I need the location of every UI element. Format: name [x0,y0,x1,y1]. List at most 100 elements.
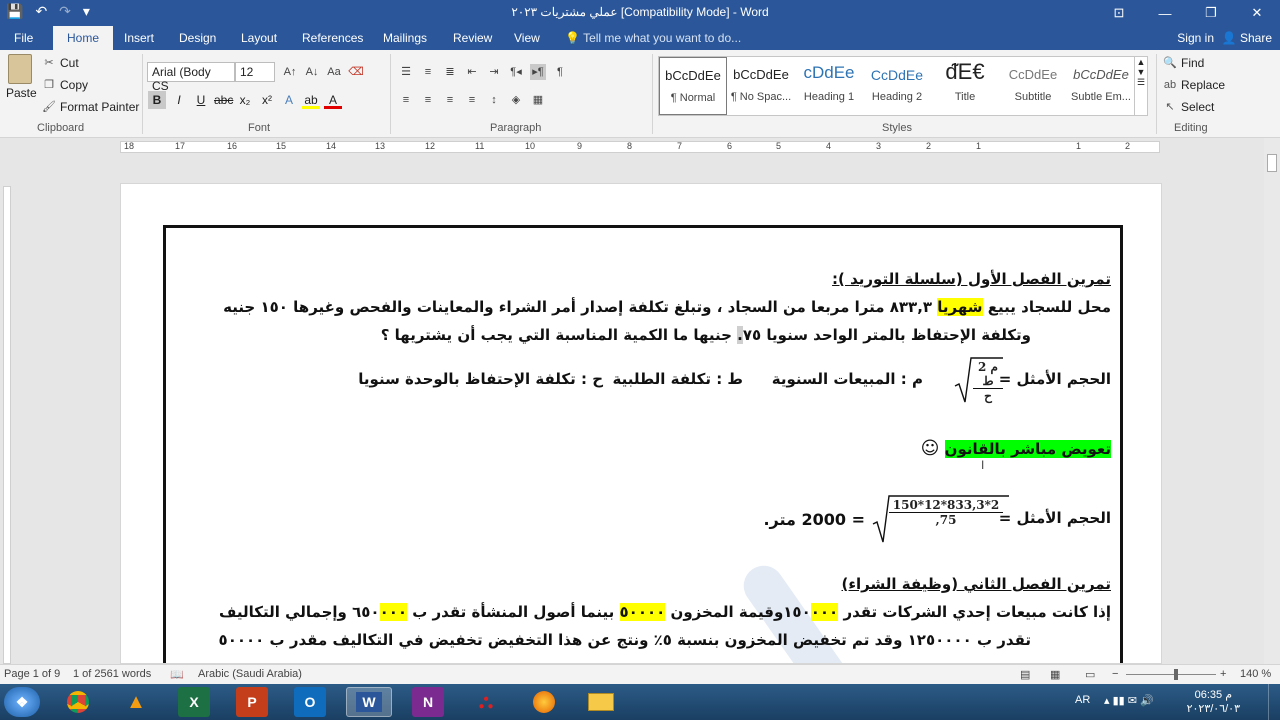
cut-button[interactable]: ✂ Cut [42,56,78,70]
style-subtitle[interactable]: CcDdEe Subtitle [999,57,1067,115]
superscript-icon[interactable]: x² [258,91,276,109]
document-page[interactable]: تمرين الفصل الأول (سلسلة التوريد ): محل … [120,183,1162,664]
word-icon[interactable]: W [346,687,392,717]
tray-icons[interactable]: ▴ ▮▮ ✉ 🔊 [1104,694,1154,707]
clipboard-group-label: Clipboard [37,122,85,134]
tell-me-search[interactable]: 💡 Tell me what you want to do... [565,26,741,50]
strikethrough-icon[interactable]: abc [214,91,233,109]
scrollbar-thumb[interactable] [1267,154,1277,172]
format-painter-button[interactable]: 🖌 Format Painter [42,100,139,114]
line-spacing-icon[interactable]: ↕ [486,92,502,108]
change-case-icon[interactable]: Aa [326,64,342,80]
grow-font-icon[interactable]: A↑ [282,64,298,80]
tab-review[interactable]: Review [453,26,492,50]
copy-button[interactable]: ❐ Copy [42,78,88,92]
ltr-icon[interactable]: ▸¶ [530,64,546,80]
acrobat-icon[interactable]: ⛬ [470,687,502,717]
font-name-select[interactable]: Arial (Body CS [147,62,235,93]
chrome-icon[interactable] [62,687,94,717]
language[interactable]: Arabic (Saudi Arabia) [198,668,302,680]
close-button[interactable]: ✕ [1234,0,1280,26]
word-count[interactable]: 1 of 2561 words [73,668,151,680]
clear-formatting-icon[interactable]: ⌫ [348,64,364,80]
outlook-icon[interactable]: O [294,687,326,717]
paragraph-line: محل للسجاد يبيع شهريا ٨٣٣,٣ مترا مربعا م… [223,298,1111,316]
tab-view[interactable]: View [514,26,540,50]
share-button[interactable]: 👤 Share [1222,26,1272,50]
numbering-icon[interactable]: ≡ [420,64,436,80]
vlc-icon[interactable]: ▲ [120,687,152,717]
style-heading-2[interactable]: CcDdEe Heading 2 [863,57,931,115]
minimize-button[interactable]: — [1142,0,1188,26]
text-cursor-icon: I [981,458,985,472]
tab-home[interactable]: Home [53,26,114,50]
italic-icon[interactable]: I [170,91,188,109]
underline-icon[interactable]: U [192,91,210,109]
fraction: 150*12*833,3*2 ,75 [889,498,1003,527]
bold-icon[interactable]: B [148,91,166,109]
start-button[interactable]: ❖ [4,687,40,717]
tab-file[interactable]: File [14,26,33,50]
paragraph-line: إذا كانت مبيعات إحدي الشركات تقدر ١٥٠٠٠٠… [219,603,1111,621]
clock[interactable]: 06:35 م ٢٠٢٣/٠٦/٠٣ [1187,688,1240,716]
style-subtle-emphasis[interactable]: bCcDdEe Subtle Em... [1067,57,1135,115]
onenote-icon[interactable]: N [412,687,444,717]
show-desktop-button[interactable] [1268,684,1280,720]
tab-mailings[interactable]: Mailings [383,26,427,50]
shading-icon[interactable]: ◈ [508,92,524,108]
bullets-icon[interactable]: ☰ [398,64,414,80]
web-layout-icon[interactable]: ▭ [1085,668,1095,681]
page-count[interactable]: Page 1 of 9 [4,668,60,680]
print-layout-icon[interactable]: ▦ [1050,668,1060,681]
zoom-out-icon[interactable]: − [1112,668,1118,680]
powerpoint-icon[interactable]: P [236,687,268,717]
align-right-icon[interactable]: ≡ [442,92,458,108]
text-run: ٨٣٣,٣ مترا مربعا من السجاد ، وتبلغ تكلفة… [223,298,933,316]
proofing-icon[interactable]: 📖 [170,668,184,681]
decrease-indent-icon[interactable]: ⇤ [464,64,480,80]
explorer-icon[interactable] [584,687,618,717]
find-button[interactable]: 🔍 Find [1163,56,1204,70]
ribbon-display-icon[interactable]: ⊡ [1096,0,1142,26]
multilevel-list-icon[interactable]: ≣ [442,64,458,80]
subscript-icon[interactable]: x₂ [236,91,254,109]
zoom-in-icon[interactable]: + [1220,668,1226,680]
paste-button[interactable]: Paste [6,54,37,100]
style-heading-1[interactable]: cDdEe Heading 1 [795,57,863,115]
replace-button[interactable]: ab Replace [1163,78,1225,92]
show-marks-icon[interactable]: ¶ [552,64,568,80]
sign-in-link[interactable]: Sign in [1177,26,1214,50]
select-button[interactable]: ↖ Select [1163,100,1214,114]
font-color-icon[interactable]: A [324,91,342,109]
justify-icon[interactable]: ≡ [464,92,480,108]
align-left-icon[interactable]: ≡ [398,92,414,108]
zoom-slider[interactable] [1126,674,1216,675]
zoom-level[interactable]: 140 % [1240,668,1271,680]
vertical-ruler [0,156,14,664]
style-normal[interactable]: bCcDdEe ¶ Normal [659,57,727,115]
rtl-icon[interactable]: ¶◂ [508,64,524,80]
tab-design[interactable]: Design [179,26,216,50]
text-effects-icon[interactable]: A [280,91,298,109]
shrink-font-icon[interactable]: A↓ [304,64,320,80]
borders-icon[interactable]: ▦ [530,92,546,108]
firefox-icon[interactable] [528,687,560,717]
align-center-icon[interactable]: ≡ [420,92,436,108]
styles-scroll[interactable]: ▲ ▼ ☰ [1134,56,1148,116]
style-title[interactable]: ᵭE€ Title [931,57,999,115]
tab-references[interactable]: References [302,26,363,50]
input-language[interactable]: AR [1075,694,1090,706]
tab-layout[interactable]: Layout [241,26,277,50]
zoom-slider-thumb[interactable] [1174,669,1178,680]
vertical-scrollbar[interactable] [1264,138,1280,664]
excel-icon[interactable]: X [178,687,210,717]
read-mode-icon[interactable]: ▤ [1020,668,1030,681]
increase-indent-icon[interactable]: ⇥ [486,64,502,80]
divider [142,54,143,134]
font-size-select[interactable]: 12 [235,62,275,82]
denominator: ح [984,389,992,403]
maximize-button[interactable]: ❐ [1188,0,1234,26]
tab-insert[interactable]: Insert [124,26,154,50]
highlight-icon[interactable]: ab [302,91,320,109]
style-no-spacing[interactable]: bCcDdEe ¶ No Spac... [727,57,795,115]
